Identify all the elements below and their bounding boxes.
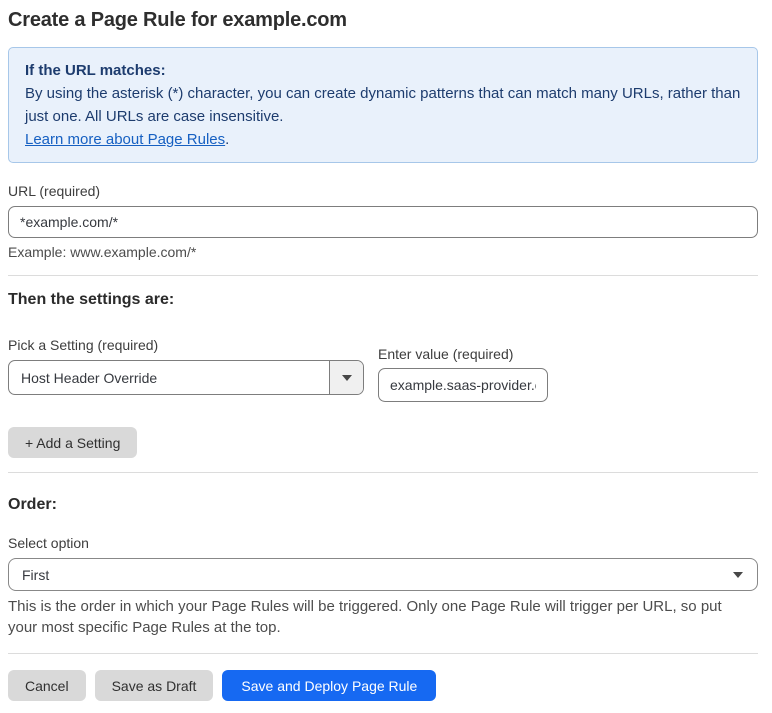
link-period: . (225, 131, 230, 148)
learn-more-link[interactable]: Learn more about Page Rules (25, 131, 225, 148)
divider (8, 653, 758, 654)
create-page-rule-form: Create a Page Rule for example.com If th… (0, 0, 772, 713)
order-select-label: Select option (8, 535, 89, 551)
setting-select-arrow-button[interactable] (329, 361, 363, 394)
setting-select-value: Host Header Override (21, 369, 158, 386)
value-field-label: Enter value (required) (378, 346, 514, 362)
dropdown-arrow-icon (341, 374, 352, 381)
url-match-info-box: If the URL matches: By using the asteris… (8, 47, 758, 163)
setting-select[interactable]: Host Header Override (8, 360, 364, 395)
url-field-group: URL (required) Example: www.example.com/… (8, 184, 758, 260)
settings-section-heading: Then the settings are: (8, 291, 175, 308)
order-helper-text: This is the order in which your Page Rul… (8, 598, 722, 636)
chevron-down-icon (733, 571, 743, 578)
page-title: Create a Page Rule for example.com (8, 9, 347, 31)
order-select[interactable]: First (8, 558, 758, 591)
url-example-helper: Example: www.example.com/* (8, 244, 197, 260)
footer-actions: Cancel Save as Draft Save and Deploy Pag… (8, 670, 758, 701)
cancel-button[interactable]: Cancel (8, 670, 86, 701)
url-input[interactable] (8, 206, 758, 238)
setting-row: Pick a Setting (required) Host Header Ov… (8, 338, 758, 402)
add-setting-button[interactable]: + Add a Setting (8, 427, 138, 458)
setting-select-label: Pick a Setting (required) (8, 337, 159, 353)
setting-select-group: Pick a Setting (required) Host Header Ov… (8, 338, 364, 395)
order-select-value: First (22, 566, 50, 583)
divider (8, 275, 758, 276)
setting-value-group: Enter value (required) (378, 347, 548, 402)
order-heading-wrap: Order: (8, 497, 758, 513)
info-box-heading: If the URL matches: (25, 62, 166, 79)
info-box-body: By using the asterisk (*) character, you… (25, 85, 741, 125)
setting-value-input[interactable] (378, 368, 548, 402)
url-field-label: URL (required) (8, 183, 101, 199)
divider (8, 472, 758, 473)
order-section-heading: Order: (8, 496, 57, 513)
save-draft-button[interactable]: Save as Draft (94, 670, 214, 701)
info-box-link-line: Learn more about Page Rules. (25, 128, 741, 151)
save-deploy-button[interactable]: Save and Deploy Page Rule (222, 670, 437, 701)
add-setting-wrap: + Add a Setting (8, 427, 758, 458)
